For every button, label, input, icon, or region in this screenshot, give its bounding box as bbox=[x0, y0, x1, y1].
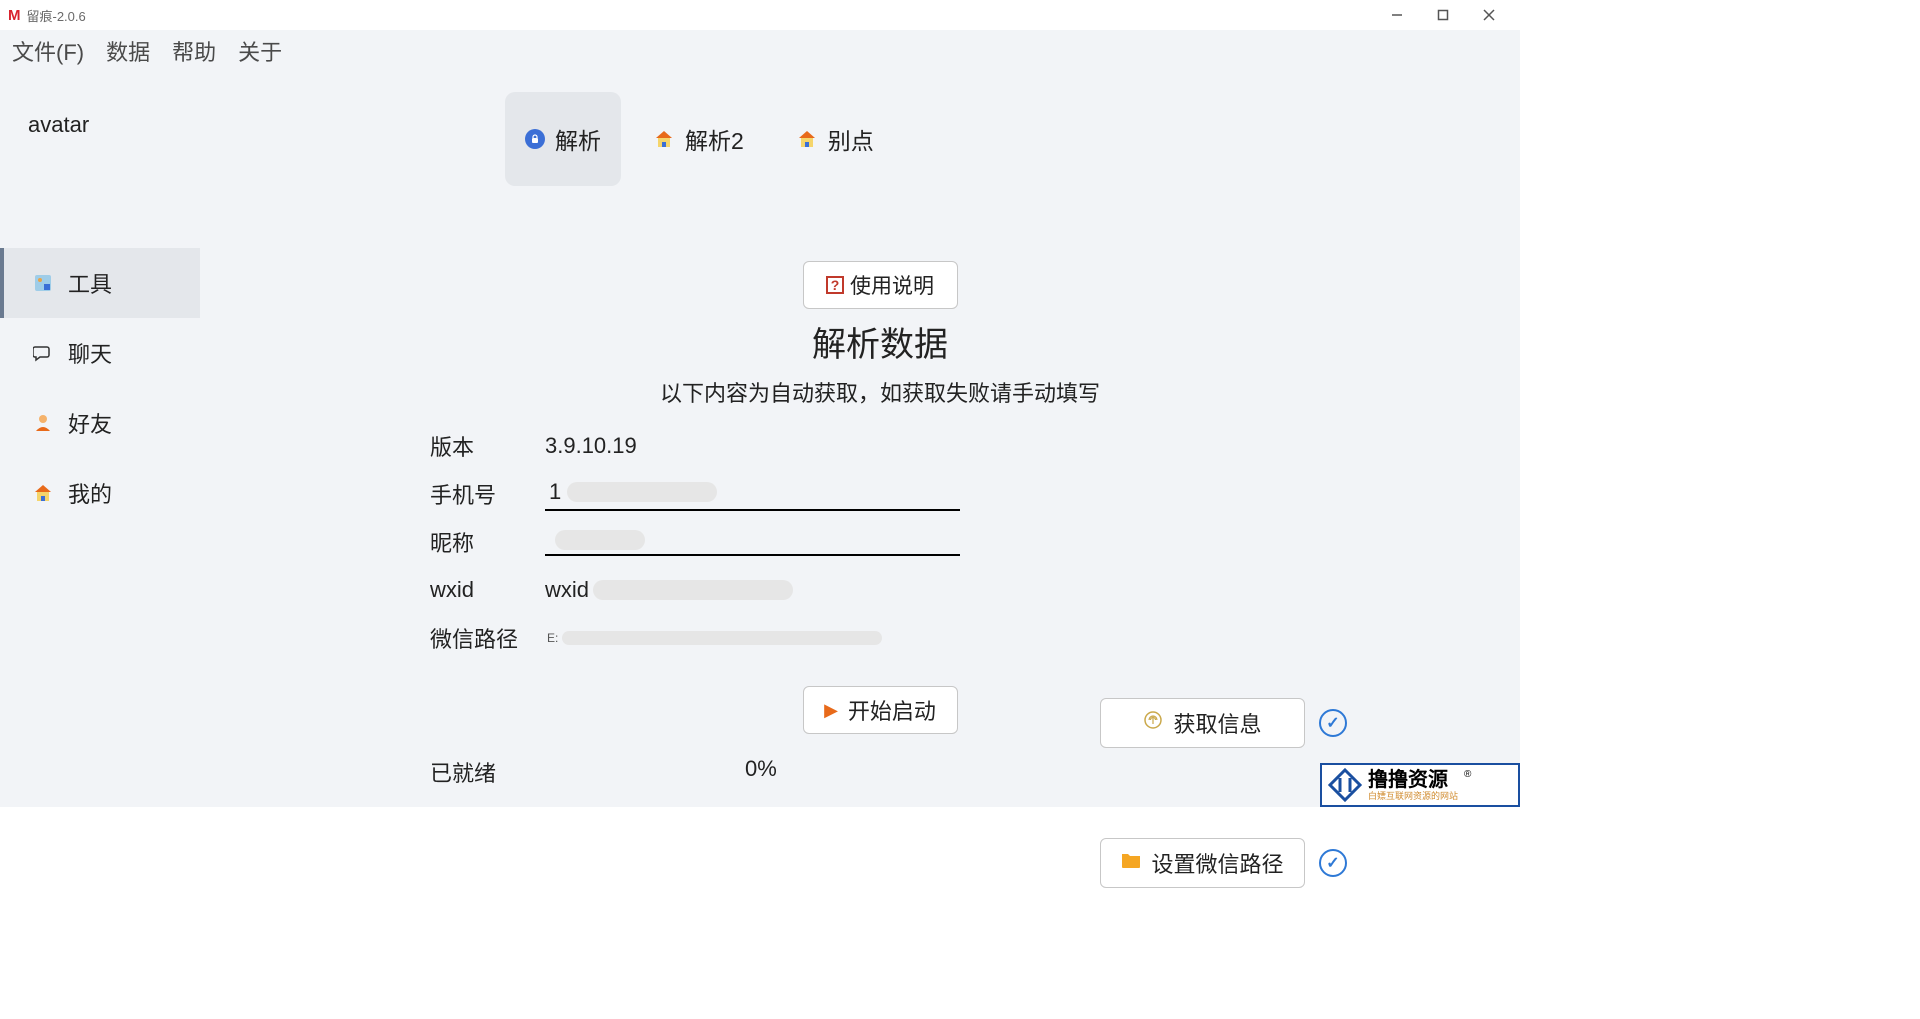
wxpath-prefix: E: bbox=[547, 631, 558, 645]
sidebar-item-mine[interactable]: 我的 bbox=[0, 458, 200, 528]
instructions-button[interactable]: ? 使用说明 bbox=[803, 261, 958, 309]
row-nickname: 昵称 bbox=[430, 518, 1460, 566]
fetch-info-label: 获取信息 bbox=[1173, 707, 1261, 739]
sidebar-item-label: 工具 bbox=[68, 267, 112, 299]
fetch-info-button[interactable]: 获取信息 bbox=[1100, 698, 1305, 748]
row-wxpath: 微信路径 E: bbox=[430, 614, 1460, 662]
redacted bbox=[555, 530, 645, 550]
nickname-field[interactable] bbox=[545, 528, 960, 556]
tab-parse[interactable]: 解析 bbox=[505, 92, 621, 186]
wxid-label: wxid bbox=[430, 577, 545, 603]
chat-icon bbox=[32, 342, 54, 364]
row-version: 版本 3.9.10.19 bbox=[430, 422, 1460, 470]
sidebar-item-friends[interactable]: 好友 bbox=[0, 388, 200, 458]
fingerprint-icon bbox=[1143, 710, 1163, 736]
redacted bbox=[593, 580, 793, 600]
watermark: 撸撸资源 白嫖互联网资源的网站 ® bbox=[1320, 763, 1520, 807]
watermark-logo-icon bbox=[1328, 768, 1362, 802]
lock-circle-icon bbox=[525, 129, 545, 149]
status-row: 已就绪 0% bbox=[300, 756, 1460, 788]
check-icon: ✓ bbox=[1319, 709, 1347, 737]
minimize-button[interactable] bbox=[1374, 0, 1420, 30]
app-icon: M bbox=[8, 7, 21, 24]
menu-about[interactable]: 关于 bbox=[238, 35, 282, 67]
friends-icon bbox=[32, 412, 54, 434]
sidebar-item-label: 我的 bbox=[68, 477, 112, 509]
wxid-value: wxid bbox=[545, 577, 589, 603]
main-panel: 解析 解析2 别点 ? 使用说明 解析数据 以下内容为自动获取，如获取失败请手动… bbox=[200, 72, 1520, 807]
avatar-label: avatar bbox=[28, 112, 200, 138]
section-heading: 解析数据 bbox=[300, 317, 1460, 366]
tools-icon bbox=[32, 272, 54, 294]
help-icon: ? bbox=[826, 276, 844, 294]
maximize-button[interactable] bbox=[1420, 0, 1466, 30]
status-label: 已就绪 bbox=[430, 756, 730, 788]
tabs-row: 解析 解析2 别点 bbox=[505, 92, 1460, 186]
titlebar: M 留痕-2.0.6 bbox=[0, 0, 1520, 30]
folder-icon bbox=[1121, 851, 1141, 875]
sidebar-item-label: 好友 bbox=[68, 407, 112, 439]
instructions-label: 使用说明 bbox=[850, 270, 934, 300]
redacted bbox=[562, 631, 882, 645]
close-button[interactable] bbox=[1466, 0, 1512, 30]
phone-label: 手机号 bbox=[430, 478, 545, 510]
nickname-label: 昵称 bbox=[430, 526, 545, 558]
house-icon bbox=[653, 128, 675, 150]
start-button[interactable]: ▶ 开始启动 bbox=[803, 686, 958, 734]
tab-label: 解析 bbox=[555, 122, 601, 156]
sidebar: avatar 工具 聊天 好友 我的 bbox=[0, 72, 200, 807]
redacted bbox=[567, 482, 717, 502]
tab-label: 解析2 bbox=[685, 122, 744, 156]
set-wxpath-label: 设置微信路径 bbox=[1151, 847, 1283, 879]
section-subheading: 以下内容为自动获取，如获取失败请手动填写 bbox=[300, 376, 1460, 408]
menu-help[interactable]: 帮助 bbox=[172, 35, 216, 67]
row-wxid: wxid wxid bbox=[430, 566, 1460, 614]
sidebar-item-tools[interactable]: 工具 bbox=[0, 248, 200, 318]
tab-dont-click[interactable]: 别点 bbox=[776, 92, 894, 186]
set-wxpath-button[interactable]: 设置微信路径 bbox=[1100, 838, 1305, 888]
version-label: 版本 bbox=[430, 430, 545, 462]
menubar: 文件(F) 数据 帮助 关于 bbox=[0, 30, 1520, 72]
house-icon bbox=[32, 482, 54, 504]
menu-data[interactable]: 数据 bbox=[106, 35, 150, 67]
tab-parse2[interactable]: 解析2 bbox=[633, 92, 764, 186]
watermark-main: 撸撸资源 bbox=[1368, 770, 1458, 790]
sidebar-item-label: 聊天 bbox=[68, 337, 112, 369]
wxpath-field[interactable]: E: bbox=[545, 631, 960, 645]
house-icon bbox=[796, 128, 818, 150]
start-label: 开始启动 bbox=[848, 694, 936, 726]
phone-field[interactable]: 1 bbox=[545, 477, 960, 511]
progress-text: 0% bbox=[745, 756, 777, 788]
window-title: 留痕-2.0.6 bbox=[27, 6, 86, 25]
row-phone: 手机号 1 bbox=[430, 470, 1460, 518]
watermark-reg: ® bbox=[1464, 769, 1471, 780]
sidebar-item-chat[interactable]: 聊天 bbox=[0, 318, 200, 388]
watermark-sub: 白嫖互联网资源的网站 bbox=[1368, 792, 1458, 801]
version-value: 3.9.10.19 bbox=[545, 433, 637, 459]
phone-value: 1 bbox=[549, 479, 561, 505]
menu-file[interactable]: 文件(F) bbox=[12, 35, 84, 67]
wxpath-label: 微信路径 bbox=[430, 622, 545, 654]
check-icon: ✓ bbox=[1319, 849, 1347, 877]
tab-label: 别点 bbox=[828, 122, 874, 156]
form-zone: 版本 3.9.10.19 手机号 1 昵称 wxid wxid bbox=[430, 422, 1460, 662]
play-icon: ▶ bbox=[824, 700, 838, 721]
